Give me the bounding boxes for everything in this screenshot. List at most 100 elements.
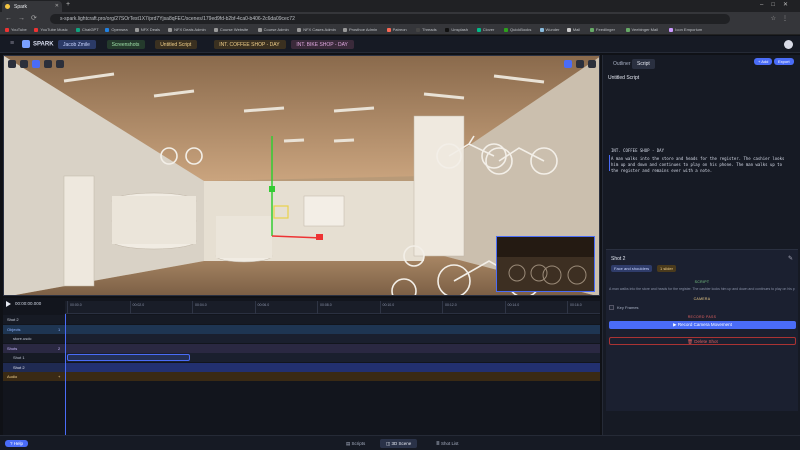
new-tab-icon[interactable]: + bbox=[66, 1, 70, 8]
export-button[interactable]: Export bbox=[774, 58, 794, 65]
timeline-lane[interactable] bbox=[65, 372, 600, 381]
delete-shot-button[interactable]: 🗑 Delete Shot bbox=[609, 337, 796, 345]
bookmark-label: Feedlinger bbox=[596, 27, 615, 32]
bookmark-icon bbox=[5, 27, 9, 32]
bookmark-item[interactable]: NFX Deals Admin bbox=[168, 27, 206, 32]
bookmark-item[interactable]: Prosthoe Admin bbox=[342, 27, 377, 32]
timeline-lane[interactable] bbox=[65, 353, 600, 362]
playhead[interactable] bbox=[65, 314, 66, 435]
timeline-row[interactable]: store.usdc bbox=[3, 334, 600, 343]
help-button[interactable]: ? Help bbox=[5, 440, 29, 447]
script-section-heading: SCRIPT bbox=[694, 280, 710, 284]
tab-label: 3D Scene bbox=[391, 441, 412, 446]
bookmark-item[interactable]: Wunder bbox=[539, 27, 559, 32]
timeline-row[interactable]: Objects 1 bbox=[3, 324, 600, 334]
timeline-row[interactable]: Shots 2 bbox=[3, 343, 600, 353]
shot-tag[interactable]: Face and shoulders bbox=[611, 265, 653, 272]
bookmark-item[interactable]: Patreon bbox=[386, 27, 407, 32]
render-mode-icon[interactable] bbox=[44, 60, 52, 68]
browser-toolbar-icons[interactable]: ☆⋮ bbox=[771, 15, 794, 22]
ruler-tick-line bbox=[129, 301, 131, 314]
camera-preview[interactable] bbox=[496, 236, 595, 292]
bookmark-item[interactable]: ChatGPT bbox=[76, 27, 99, 32]
bookmarks-bar: YouTube YouTube Music ChatGPT Opensea NFX De… bbox=[0, 26, 800, 35]
timeline-row[interactable]: Shot 2 bbox=[3, 362, 600, 372]
3d-viewport[interactable] bbox=[3, 55, 600, 296]
timeline-row-label: Audio bbox=[7, 374, 18, 379]
timeline-row[interactable]: Audio + bbox=[3, 372, 600, 381]
tab-script[interactable]: Script bbox=[632, 59, 655, 69]
bookmark-item[interactable]: NFX Deals bbox=[134, 27, 160, 32]
timeline-row[interactable]: Shot 1 bbox=[3, 353, 600, 362]
keyframes-toggle[interactable]: Key Frames bbox=[609, 305, 639, 311]
visibility-icon[interactable] bbox=[20, 60, 28, 68]
browser-tab-strip: Spark ✕ + –□✕ bbox=[0, 0, 800, 12]
ruler-tick-line bbox=[254, 301, 256, 314]
timeline-row-badge[interactable]: + bbox=[58, 374, 60, 379]
bookmark-label: Patreon bbox=[392, 27, 407, 32]
bookmark-item[interactable]: YouTube Music bbox=[34, 27, 68, 32]
breadcrumb-item[interactable]: Untitled Script bbox=[155, 40, 198, 49]
timeline-lane[interactable] bbox=[65, 324, 600, 334]
menu-icon[interactable]: ≡ bbox=[10, 40, 14, 47]
breadcrumb-item[interactable]: INT. BIKE SHOP - DAY bbox=[291, 40, 354, 49]
bookmark-item[interactable]: Clover bbox=[476, 27, 494, 32]
url-field[interactable]: s-spark.lightcraft.pro/org/27SOrTest1X7/… bbox=[50, 14, 730, 24]
bookmark-item[interactable]: Unsplash bbox=[445, 27, 468, 32]
timeline-lane[interactable] bbox=[65, 334, 600, 343]
bookmark-icon bbox=[625, 27, 630, 32]
lighting-icon[interactable] bbox=[56, 60, 64, 68]
close-tab-icon[interactable]: ✕ bbox=[55, 3, 59, 9]
tab-3d-scene[interactable]: ◫ 3D Scene bbox=[380, 439, 418, 448]
shot-clip[interactable] bbox=[67, 354, 190, 361]
keyframes-checkbox[interactable] bbox=[609, 305, 614, 311]
timeline-lane[interactable] bbox=[65, 343, 600, 353]
ruler-tick-line bbox=[567, 301, 568, 314]
timeline-lane[interactable] bbox=[65, 315, 600, 324]
grid-icon[interactable] bbox=[576, 60, 584, 68]
shot-tag[interactable]: 1 slider bbox=[657, 265, 676, 272]
tab-scripts[interactable]: ▤ Scripts bbox=[340, 439, 371, 448]
add-icon[interactable] bbox=[564, 60, 572, 68]
bookmark-item[interactable]: NFX Cases Admin bbox=[297, 27, 336, 32]
bookmark-item[interactable]: QuickBooks bbox=[504, 27, 531, 32]
window-controls[interactable]: –□✕ bbox=[760, 1, 796, 8]
ruler-tick-label: 00:02.0 bbox=[132, 303, 145, 307]
script-editor[interactable]: INT. COFFEE SHOP - DAY A man walks into … bbox=[611, 148, 793, 174]
bookmark-item[interactable]: Mail bbox=[566, 27, 580, 32]
navigation-buttons[interactable]: ←→⟳ bbox=[5, 14, 43, 22]
ruler-tick-label: 00:06.0 bbox=[257, 303, 270, 307]
time-ruler[interactable]: 00:00.0 00:02.0 00:04.0 00:06.0 00:08.0 00:10… bbox=[65, 301, 600, 314]
spark-logo[interactable]: SPARK bbox=[22, 40, 54, 48]
breadcrumb-item[interactable]: INT. COFFEE SHOP - DAY bbox=[214, 40, 286, 49]
tab-shot-list[interactable]: ≣ Shot List bbox=[430, 439, 465, 448]
bookmark-item[interactable]: YouTube bbox=[5, 27, 27, 32]
camera-mode-icon[interactable] bbox=[32, 60, 40, 68]
bookmark-item[interactable]: Feedlinger bbox=[590, 27, 615, 32]
play-icon[interactable] bbox=[6, 301, 11, 307]
avatar[interactable] bbox=[784, 40, 793, 49]
record-camera-movement-button[interactable]: ▶ Record Camera Movement bbox=[609, 321, 796, 329]
bookmark-item[interactable]: Icon Emporium bbox=[669, 27, 702, 32]
ruler-tick-label: 00:10.0 bbox=[382, 303, 395, 307]
bookmark-item[interactable]: Threads bbox=[416, 27, 437, 32]
view-options-icon[interactable] bbox=[8, 60, 16, 68]
breadcrumb-item[interactable]: Screenshots bbox=[106, 40, 146, 49]
bookmark-icon bbox=[539, 27, 544, 32]
fullscreen-icon[interactable] bbox=[588, 60, 596, 68]
bookmark-item[interactable]: Course Website bbox=[213, 27, 248, 32]
bookmark-item[interactable]: Opensea bbox=[105, 27, 128, 32]
browser-tab[interactable]: Spark ✕ bbox=[2, 1, 62, 12]
add-button[interactable]: + Add bbox=[754, 58, 773, 65]
edit-icon[interactable]: ✎ bbox=[788, 255, 793, 262]
bookmark-label: Course Admin bbox=[263, 27, 289, 32]
bookmark-item[interactable]: Veebinger Mail bbox=[625, 27, 658, 32]
timeline-row-badge[interactable]: 1 bbox=[58, 327, 60, 332]
bookmark-item[interactable]: Course Admin bbox=[257, 27, 289, 32]
bookmark-icon bbox=[105, 27, 110, 32]
timeline-lane[interactable] bbox=[65, 362, 600, 372]
timeline-row-badge[interactable]: 2 bbox=[58, 346, 60, 351]
ruler-tick-line bbox=[504, 301, 506, 314]
timeline-row[interactable]: Shot 2 bbox=[3, 315, 600, 324]
breadcrumb-item[interactable]: Jacob Zmile bbox=[58, 40, 96, 49]
